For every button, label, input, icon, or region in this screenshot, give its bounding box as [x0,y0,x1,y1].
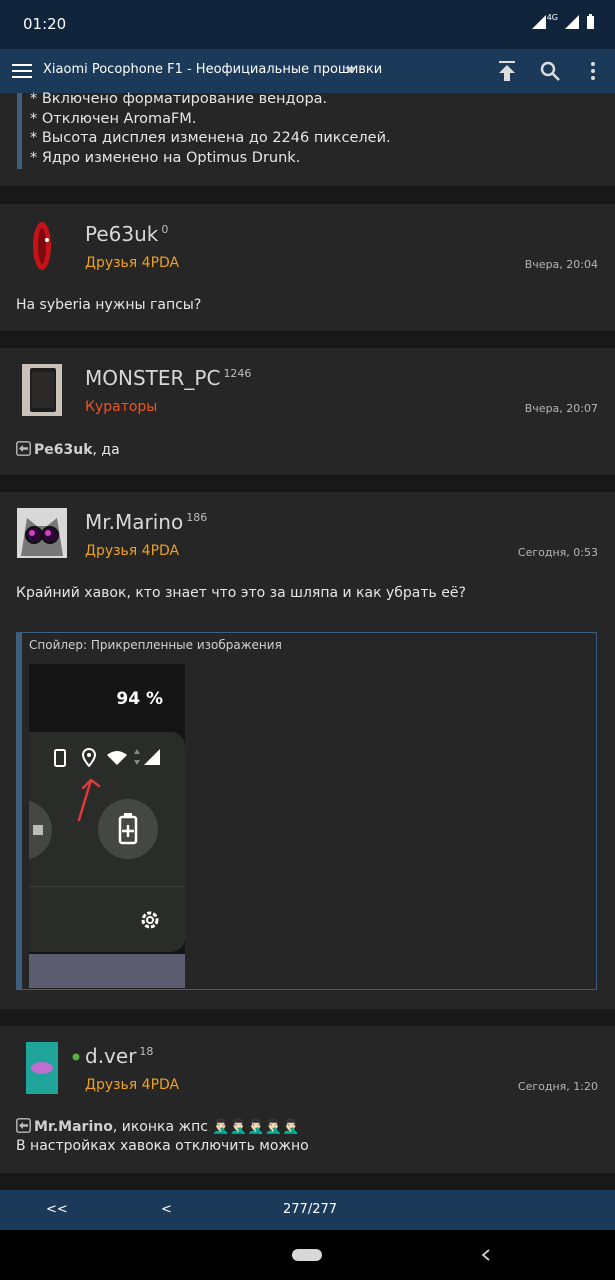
quote-bar [17,93,22,169]
dropdown-arrow-icon[interactable] [345,67,355,73]
post-date: Сегодня, 0:53 [517,546,598,559]
username[interactable]: Pe63uk 0 [85,222,168,246]
reply-line: Mr.Marino, иконка жпс 🤦🏻‍♂️🤦🏻‍♂️🤦🏻‍♂️🤦🏻‍… [16,1118,300,1135]
user-group: Друзья 4PDA [85,543,180,559]
online-indicator-icon [72,1053,80,1061]
avatar[interactable] [26,1042,58,1094]
changelog-line: * Высота дисплея изменена до 2246 пиксел… [30,130,391,146]
post-text: В настройках хавока отключить можно [16,1138,309,1154]
user-group: Друзья 4PDA [85,1077,180,1093]
post-card: Mr.Marino 186 Друзья 4PDA Сегодня, 0:53 К… [0,492,615,1009]
username[interactable]: MONSTER_PC 1246 [85,366,251,390]
avatar-image [26,1042,58,1094]
username[interactable]: Mr.Marino 186 [85,510,207,534]
status-time: 01:20 [23,15,67,33]
spoiler-bar [17,633,22,989]
topic-title[interactable]: Xiaomi Pocophone F1 - Неофициальные прош… [43,62,382,77]
prev-page-button[interactable]: < [161,1202,172,1217]
wifi-icon [107,751,127,765]
scroll-top-icon[interactable] [498,60,516,82]
reply-text: , иконка жпс 🤦🏻‍♂️🤦🏻‍♂️🤦🏻‍♂️🤦🏻‍♂️🤦🏻‍♂️ [112,1119,300,1135]
battery-saver-icon [98,799,158,859]
battery-icon [587,14,594,29]
post-card: d.ver 18 Друзья 4PDA Сегодня, 1:20 Mr.Mar… [0,1026,615,1173]
username[interactable]: d.ver 18 [85,1044,153,1068]
previous-post-fragment: * Включено форматирование вендора. * Отк… [0,90,615,186]
signal-icon [531,15,546,29]
tile-icon-left [29,800,52,860]
username-text[interactable]: MONSTER_PC [85,366,220,390]
menu-icon[interactable] [12,62,32,80]
avatar-image [22,364,62,416]
post-date: Вчера, 20:07 [524,402,598,415]
avatar-image [17,508,67,558]
reply-username[interactable]: Mr.Marino [34,1119,113,1135]
username-text[interactable]: Pe63uk [85,222,158,246]
first-page-button[interactable]: << [46,1202,68,1217]
post-text: Крайний хавок, кто знает что это за шляп… [16,585,466,601]
post-text: На syberia нужны гапсы? [16,297,202,313]
avatar[interactable] [22,364,62,416]
attached-screenshot[interactable]: 94 % [29,664,185,988]
avatar-image [33,222,51,270]
page-indicator[interactable]: 277/277 [283,1202,337,1217]
user-group: Кураторы [85,399,158,415]
settings-gear-icon [141,911,159,929]
post-date: Вчера, 20:04 [524,258,598,271]
app-bar: Xiaomi Pocophone F1 - Неофициальные прош… [0,49,615,93]
reply-icon [16,1118,31,1133]
cell-signal-icon [134,749,160,765]
reply-icon [16,441,31,456]
phone-icon [54,749,66,767]
reply-line: Pe63uk, да [16,441,120,458]
location-icon [82,748,96,767]
changelog-line: * Включено форматирование вендора. [30,91,328,107]
post-card: Pe63uk 0 Друзья 4PDA Вчера, 20:04 На sybe… [0,204,615,331]
more-options-icon[interactable] [590,61,596,81]
changelog-line: * Отключен AromaFM. [30,110,197,127]
avatar[interactable] [22,220,62,272]
status-icons: 4G [531,12,595,30]
user-group: Друзья 4PDA [85,255,180,271]
status-bar: 01:20 4G [0,0,615,49]
spoiler-block: Спойлер: Прикрепленные изображения 94 % [16,632,597,990]
username-text[interactable]: Mr.Marino [85,510,183,534]
search-icon[interactable] [540,61,560,81]
back-icon[interactable] [481,1249,491,1261]
avatar[interactable] [17,508,67,558]
panel-divider [29,886,185,887]
reputation[interactable]: 18 [139,1045,153,1058]
reputation[interactable]: 1246 [223,367,251,380]
post-date: Сегодня, 1:20 [517,1080,598,1093]
signal-icon-2 [565,15,579,29]
home-pill-button[interactable] [292,1249,322,1261]
network-type-label: 4G [546,12,558,22]
screenshot-bottom-strip [29,954,185,988]
reply-username[interactable]: Pe63uk [34,442,93,458]
pagination-bar: << < 277/277 [0,1190,615,1230]
spoiler-title[interactable]: Спойлер: Прикрепленные изображения [29,638,282,652]
changelog-line: * Ядро изменено на Optimus Drunk. [30,149,301,166]
reputation[interactable]: 0 [161,223,168,236]
reputation[interactable]: 186 [186,511,207,524]
reply-text: , да [92,442,120,458]
system-nav-bar [0,1230,615,1280]
battery-percent: 94 % [116,689,163,709]
post-card: MONSTER_PC 1246 Кураторы Вчера, 20:07 Pe6… [0,348,615,475]
changelog-lines: * Включено форматирование вендора. * Отк… [30,90,391,168]
username-text[interactable]: d.ver [85,1044,136,1068]
